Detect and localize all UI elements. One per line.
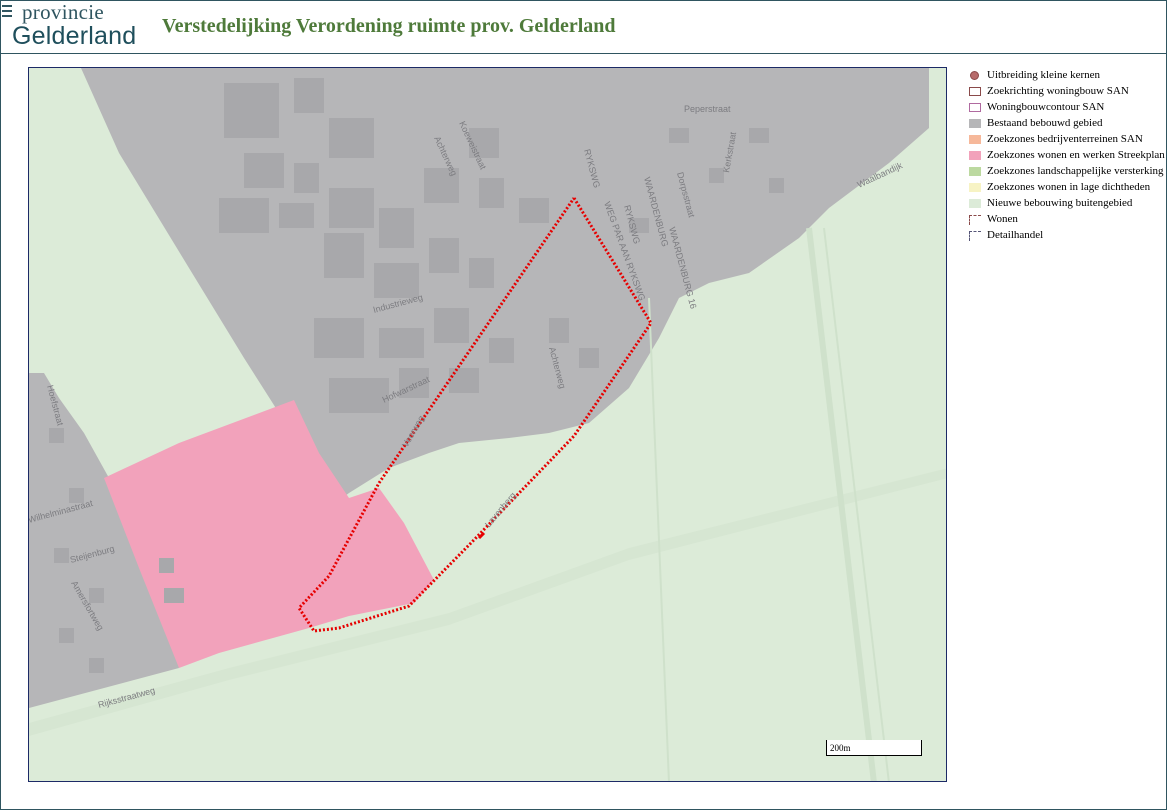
legend-item: Uitbreiding kleine kernen bbox=[967, 70, 1165, 83]
legend-item: Bestaand bebouwd gebied bbox=[967, 118, 1165, 131]
map-view[interactable]: Koeweistraat Achterweg Peperstraat Kerks… bbox=[28, 67, 947, 782]
legend-item: Zoekrichting woningbouw SAN bbox=[967, 86, 1165, 99]
legend-item: Nieuwe bebouwing buitengebied bbox=[967, 198, 1165, 211]
legend-item: Zoekzones bedrijventerreinen SAN bbox=[967, 134, 1165, 147]
fill-swatch bbox=[969, 119, 981, 128]
legend-item: Wonen bbox=[967, 214, 1165, 227]
legend-label: Wonen bbox=[987, 213, 1018, 225]
legend-item: Zoekzones wonen en werken Streekplan bbox=[967, 150, 1165, 163]
legend-item: Detailhandel bbox=[967, 230, 1165, 243]
map-canvas[interactable]: Koeweistraat Achterweg Peperstraat Kerks… bbox=[29, 68, 947, 782]
fill-swatch bbox=[969, 167, 981, 176]
legend-label: Zoekzones bedrijventerreinen SAN bbox=[987, 133, 1143, 145]
outline-swatch bbox=[969, 103, 981, 112]
legend-item: Woningbouwcontour SAN bbox=[967, 102, 1165, 115]
page-title: Verstedelijking Verordening ruimte prov.… bbox=[162, 15, 616, 37]
logo-stripes-icon bbox=[2, 5, 14, 20]
dashed-swatch bbox=[969, 215, 981, 225]
legend-item: Zoekzones landschappelijke versterking bbox=[967, 166, 1165, 179]
fill-swatch bbox=[969, 135, 981, 144]
legend-label: Bestaand bebouwd gebied bbox=[987, 117, 1103, 129]
fill-swatch bbox=[969, 151, 981, 160]
logo-text-bottom: Gelderland bbox=[12, 22, 137, 50]
legend-item: Zoekzones wonen in lage dichtheden bbox=[967, 182, 1165, 195]
legend-label: Nieuwe bebouwing buitengebied bbox=[987, 197, 1133, 209]
legend-label: Zoekzones landschappelijke versterking bbox=[987, 165, 1164, 177]
legend-label: Zoekrichting woningbouw SAN bbox=[987, 85, 1129, 97]
map-legend: Uitbreiding kleine kernen Zoekrichting wo… bbox=[967, 70, 1165, 246]
legend-label: Uitbreiding kleine kernen bbox=[987, 69, 1101, 81]
street-label: Peperstraat bbox=[684, 104, 731, 114]
dot-icon bbox=[970, 71, 979, 80]
scale-bar: 200m bbox=[826, 740, 922, 756]
province-logo[interactable]: provincie Gelderland bbox=[0, 0, 150, 52]
legend-label: Detailhandel bbox=[987, 229, 1044, 241]
scale-bar-label: 200m bbox=[830, 743, 851, 753]
dashed-swatch bbox=[969, 231, 981, 241]
fill-swatch bbox=[969, 199, 981, 208]
legend-label: Zoekzones wonen in lage dichtheden bbox=[987, 181, 1151, 193]
legend-label: Zoekzones wonen en werken Streekplan bbox=[987, 149, 1165, 161]
legend-label: Woningbouwcontour SAN bbox=[987, 101, 1105, 113]
outline-swatch bbox=[969, 87, 981, 96]
fill-swatch bbox=[969, 183, 981, 192]
header: provincie Gelderland Verstedelijking Ver… bbox=[0, 0, 1167, 54]
